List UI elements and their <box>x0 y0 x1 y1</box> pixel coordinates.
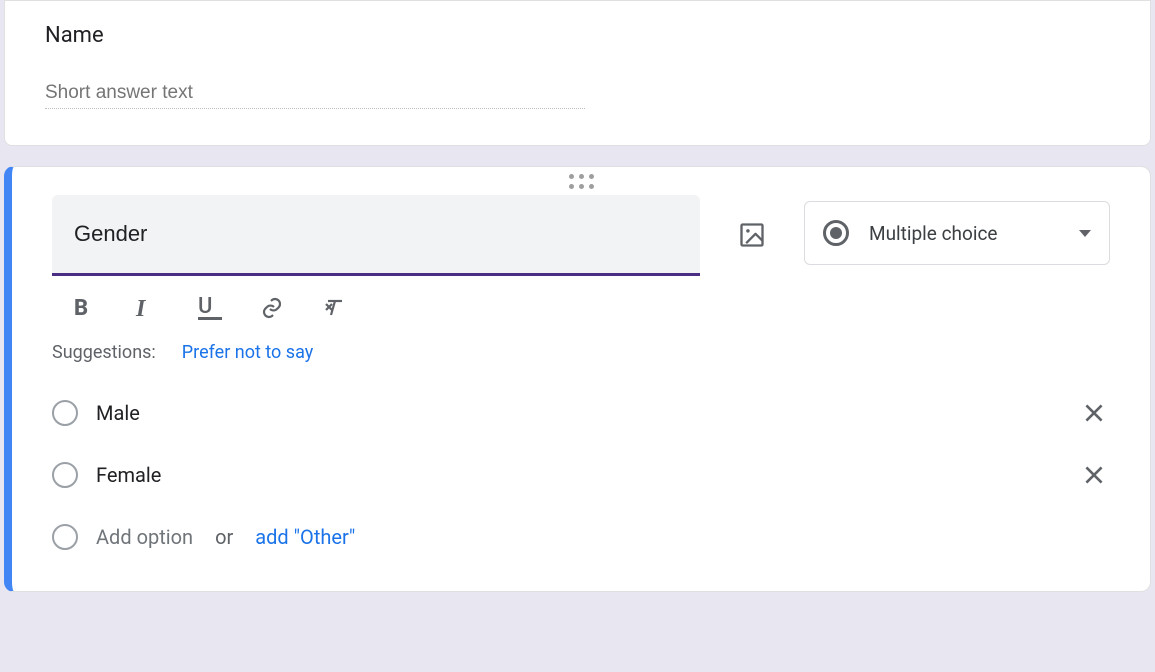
short-answer-placeholder <box>45 78 585 109</box>
formatting-toolbar: B I U <box>52 276 1110 332</box>
drag-handle[interactable] <box>52 167 1110 195</box>
question-type-label: Multiple choice <box>869 222 1059 245</box>
close-icon <box>1081 400 1107 426</box>
clear-format-icon <box>322 296 346 320</box>
link-icon <box>260 296 284 320</box>
radio-icon <box>823 220 849 246</box>
italic-button[interactable]: I <box>134 294 162 322</box>
suggestions-label: Suggestions: <box>52 342 156 363</box>
question-title: Name <box>45 23 1110 48</box>
remove-option-button[interactable] <box>1078 459 1110 491</box>
underline-button[interactable]: U <box>196 294 224 322</box>
bold-button[interactable]: B <box>72 294 100 322</box>
question-type-select[interactable]: Multiple choice <box>804 201 1110 265</box>
remove-option-button[interactable] <box>1078 397 1110 429</box>
underline-icon: U <box>198 296 222 320</box>
question-card-name: Name <box>4 0 1151 146</box>
add-other-button[interactable]: add "Other" <box>255 525 355 549</box>
option-row: Female <box>52 447 1110 503</box>
radio-empty-icon <box>52 524 78 550</box>
close-icon <box>1081 462 1107 488</box>
add-option-button[interactable]: Add option <box>96 525 193 549</box>
suggestions-row: Suggestions: Prefer not to say <box>52 332 1110 379</box>
option-label-input[interactable]: Female <box>96 463 1060 487</box>
bold-icon: B <box>74 296 98 320</box>
drag-handle-icon <box>569 174 594 189</box>
link-button[interactable] <box>258 294 286 322</box>
italic-icon: I <box>136 296 160 320</box>
chevron-down-icon <box>1079 230 1091 237</box>
option-row: Male <box>52 385 1110 441</box>
image-icon <box>738 221 766 249</box>
radio-empty-icon <box>52 400 78 426</box>
radio-empty-icon <box>52 462 78 488</box>
add-option-row: Add option or add "Other" <box>52 509 1110 565</box>
option-label-input[interactable]: Male <box>96 401 1060 425</box>
clear-formatting-button[interactable] <box>320 294 348 322</box>
or-label: or <box>215 525 233 549</box>
suggestion-chip[interactable]: Prefer not to say <box>182 342 313 363</box>
question-card-gender: Multiple choice B I U <box>4 166 1151 592</box>
add-image-button[interactable] <box>728 211 776 259</box>
question-title-input[interactable] <box>52 195 700 276</box>
